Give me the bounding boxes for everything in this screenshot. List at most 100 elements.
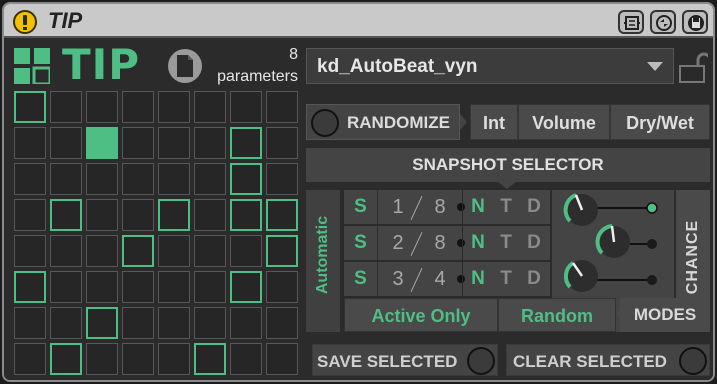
mode-n[interactable]: N (464, 226, 492, 260)
grid-cell[interactable] (158, 307, 190, 339)
clear-selected-button[interactable]: CLEAR SELECTED (506, 344, 710, 376)
grid-cell[interactable] (230, 271, 262, 303)
grid-cell[interactable] (14, 271, 46, 303)
grid-cell[interactable] (86, 307, 118, 339)
grid-cell[interactable] (50, 91, 82, 123)
volume-toggle[interactable]: Volume (518, 104, 610, 140)
grid-cell[interactable] (230, 163, 262, 195)
grid-cell[interactable] (266, 163, 298, 195)
grid-cell[interactable] (86, 91, 118, 123)
grid-cell[interactable] (194, 163, 226, 195)
chance-knob[interactable] (563, 260, 598, 292)
grid-cell[interactable] (86, 163, 118, 195)
grid-cell[interactable] (194, 127, 226, 159)
grid-cell[interactable] (50, 235, 82, 267)
save-preset-button[interactable] (682, 10, 708, 34)
step-number[interactable]: 1 (382, 190, 414, 224)
grid-cell[interactable] (230, 127, 262, 159)
grid-cell[interactable] (266, 199, 298, 231)
grid-cell[interactable] (158, 91, 190, 123)
power-button-icon[interactable] (13, 10, 37, 34)
active-only-button[interactable]: Active Only (344, 298, 498, 332)
grid-cell[interactable] (86, 199, 118, 231)
unlock-icon[interactable] (676, 50, 708, 84)
grid-cell[interactable] (50, 271, 82, 303)
grid-cell[interactable] (14, 199, 46, 231)
grid-cell[interactable] (158, 127, 190, 159)
int-toggle[interactable]: Int (470, 104, 518, 140)
grid-cell[interactable] (158, 343, 190, 375)
step-length[interactable]: 4 (424, 262, 456, 296)
save-selected-button[interactable]: SAVE SELECTED (312, 344, 498, 376)
mode-d[interactable]: D (520, 190, 548, 224)
grid-cell[interactable] (122, 307, 154, 339)
mode-n[interactable]: N (464, 190, 492, 224)
grid-cell[interactable] (266, 307, 298, 339)
grid-cell[interactable] (230, 307, 262, 339)
grid-cell[interactable] (194, 91, 226, 123)
grid-cell[interactable] (266, 235, 298, 267)
grid-cell[interactable] (266, 271, 298, 303)
grid-cell[interactable] (50, 343, 82, 375)
grid-cell[interactable] (266, 91, 298, 123)
select-button[interactable]: S (344, 190, 378, 224)
grid-cell[interactable] (194, 271, 226, 303)
grid-cell[interactable] (50, 163, 82, 195)
document-icon[interactable] (168, 49, 202, 83)
grid-cell[interactable] (230, 91, 262, 123)
grid-cell[interactable] (194, 199, 226, 231)
grid-cell[interactable] (122, 91, 154, 123)
grid-cell[interactable] (86, 343, 118, 375)
grid-cell[interactable] (266, 343, 298, 375)
random-button[interactable]: Random (498, 298, 616, 332)
grid-cell[interactable] (14, 163, 46, 195)
grid-cell[interactable] (14, 343, 46, 375)
grid-cell[interactable] (86, 235, 118, 267)
grid-cell[interactable] (14, 307, 46, 339)
grid-cell[interactable] (158, 163, 190, 195)
drywet-toggle[interactable]: Dry/Wet (610, 104, 710, 140)
grid-cell[interactable] (122, 127, 154, 159)
preset-dropdown[interactable]: kd_AutoBeat_vyn (306, 48, 674, 84)
grid-cell[interactable] (194, 343, 226, 375)
step-number[interactable]: 3 (382, 262, 414, 296)
grid-cell[interactable] (230, 199, 262, 231)
grid-cell[interactable] (50, 307, 82, 339)
grid-cell[interactable] (86, 127, 118, 159)
grid-cell[interactable] (14, 91, 46, 123)
snapshot-selector-header: SNAPSHOT SELECTOR (306, 148, 710, 182)
chain-view-button[interactable] (618, 10, 644, 34)
step-length[interactable]: 8 (424, 226, 456, 260)
grid-cell[interactable] (158, 199, 190, 231)
grid-cell[interactable] (14, 127, 46, 159)
grid-cell[interactable] (158, 271, 190, 303)
grid-cell[interactable] (194, 235, 226, 267)
grid-cell[interactable] (86, 271, 118, 303)
grid-cell[interactable] (50, 199, 82, 231)
grid-cell[interactable] (14, 235, 46, 267)
grid-cell[interactable] (194, 307, 226, 339)
mode-t[interactable]: T (492, 262, 520, 296)
grid-cell[interactable] (50, 127, 82, 159)
mode-n[interactable]: N (464, 262, 492, 296)
grid-cell[interactable] (266, 127, 298, 159)
mode-d[interactable]: D (520, 226, 548, 260)
grid-cell[interactable] (122, 199, 154, 231)
grid-cell[interactable] (230, 343, 262, 375)
mode-t[interactable]: T (492, 190, 520, 224)
grid-cell[interactable] (122, 235, 154, 267)
grid-cell[interactable] (122, 343, 154, 375)
select-button[interactable]: S (344, 262, 378, 296)
mode-t[interactable]: T (492, 226, 520, 260)
grid-cell[interactable] (122, 163, 154, 195)
step-number[interactable]: 2 (382, 226, 414, 260)
select-button[interactable]: S (344, 226, 378, 260)
mode-d[interactable]: D (520, 262, 548, 296)
randomize-button[interactable]: RANDOMIZE (306, 104, 460, 140)
automatic-toggle[interactable]: Automatic (306, 190, 340, 332)
hot-swap-button[interactable] (650, 10, 676, 34)
grid-cell[interactable] (230, 235, 262, 267)
step-length[interactable]: 8 (424, 190, 456, 224)
grid-cell[interactable] (158, 235, 190, 267)
grid-cell[interactable] (122, 271, 154, 303)
